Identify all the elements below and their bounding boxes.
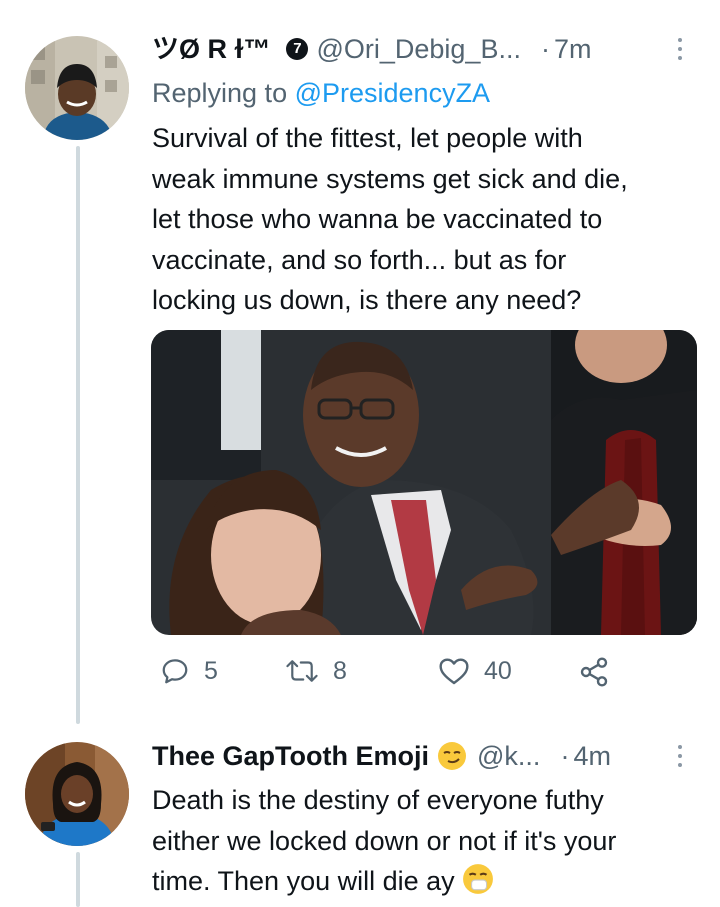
share-icon	[580, 657, 608, 687]
tweet-actions: 5 8 40	[150, 656, 620, 692]
rank-badge: 7	[286, 38, 309, 60]
reply-icon	[162, 659, 188, 684]
retweet-icon	[286, 660, 318, 682]
sneeze-emoji	[463, 864, 494, 894]
display-name[interactable]: Thee GapTooth Emoji	[152, 739, 429, 773]
tweet-text-line: time. Then you will die ay	[152, 866, 455, 896]
tweet-header: ツØ R ɫ™ 7 @Ori_Debig_B... · 7m	[152, 32, 591, 66]
retweet-count: 8	[333, 656, 347, 685]
reply-count: 5	[204, 656, 218, 685]
handle[interactable]: @Ori_Debig_B...	[316, 32, 521, 66]
reply-button[interactable]: 5	[160, 656, 218, 686]
replying-prefix: Replying to	[152, 78, 295, 108]
smirk-emoji	[438, 742, 467, 770]
timestamp[interactable]: 4m	[573, 739, 611, 773]
thread-line-top	[76, 146, 80, 724]
like-icon	[439, 658, 469, 685]
more-icon[interactable]	[676, 745, 684, 767]
share-button[interactable]	[578, 656, 610, 688]
tweet-media-photo[interactable]	[151, 330, 697, 635]
display-name[interactable]: ツØ R ɫ™	[152, 32, 270, 66]
more-icon[interactable]	[676, 38, 684, 60]
like-button[interactable]: 40	[438, 656, 512, 686]
retweet-button[interactable]: 8	[285, 656, 347, 686]
thread-line-bottom	[76, 852, 80, 907]
tweet-header: Thee GapTooth Emoji @k... · 4m	[152, 739, 611, 773]
replying-mention[interactable]: @PresidencyZA	[295, 78, 490, 108]
handle[interactable]: @k...	[477, 739, 540, 773]
separator-dot: ·	[560, 741, 570, 771]
tweet-text-line: either we locked down or not if it's you…	[152, 825, 617, 856]
separator-dot: ·	[540, 34, 550, 64]
avatar[interactable]	[25, 742, 129, 846]
tweet-text: Survival of the fittest, let people with…	[152, 123, 628, 315]
timestamp[interactable]: 7m	[554, 32, 592, 66]
replying-to: Replying to @PresidencyZA	[152, 76, 490, 110]
like-count: 40	[484, 656, 512, 685]
avatar[interactable]	[25, 36, 129, 140]
tweet-text: Death is the destiny of everyone futhy ei…	[152, 780, 712, 902]
tweet-text-line: Death is the destiny of everyone futhy	[152, 785, 604, 815]
